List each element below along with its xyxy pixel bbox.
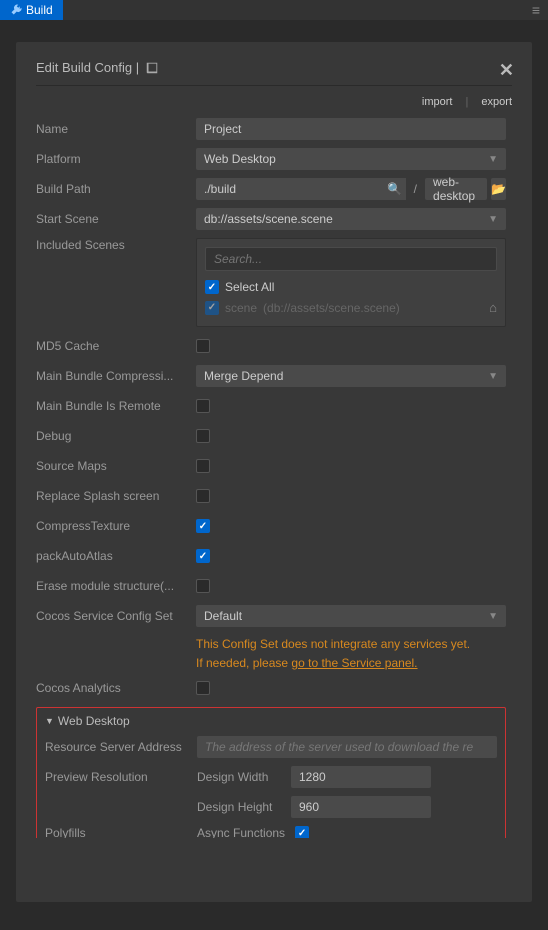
platform-label: Platform xyxy=(36,152,196,166)
compresstex-label: CompressTexture xyxy=(36,519,196,533)
compresstex-checkbox[interactable] xyxy=(196,519,210,533)
tab-label: Build xyxy=(26,3,53,17)
erase-label: Erase module structure(... xyxy=(36,579,196,593)
design-width-label: Design Width xyxy=(197,770,287,784)
debug-label: Debug xyxy=(36,429,196,443)
home-icon[interactable]: ⌂ xyxy=(489,300,497,315)
build-panel: ✕ Edit Build Config | import | export Na… xyxy=(16,42,532,902)
erase-checkbox[interactable] xyxy=(196,579,210,593)
chevron-down-icon: ▼ xyxy=(488,371,498,382)
tab-build[interactable]: Build xyxy=(0,0,63,20)
scenes-search-input[interactable] xyxy=(205,247,497,271)
section-toggle[interactable]: ▼ Web Desktop xyxy=(45,714,497,728)
design-height-label: Design Height xyxy=(197,800,287,814)
analytics-checkbox[interactable] xyxy=(196,681,210,695)
web-desktop-section: ▼ Web Desktop Resource Server Address Pr… xyxy=(36,707,506,838)
scene-row[interactable]: scene (db://assets/scene.scene) ⌂ xyxy=(205,297,497,318)
design-width-input[interactable] xyxy=(291,766,431,788)
buildpath-input[interactable] xyxy=(196,178,384,200)
splash-label: Replace Splash screen xyxy=(36,489,196,503)
cscs-select[interactable]: Default ▼ xyxy=(196,605,506,627)
analytics-label: Cocos Analytics xyxy=(36,681,196,695)
md5-label: MD5 Cache xyxy=(36,339,196,353)
export-button[interactable]: export xyxy=(481,96,512,108)
buildpath-label: Build Path xyxy=(36,182,196,196)
polyfills-label: Polyfills xyxy=(45,826,197,838)
form-scroll: Name Platform Web Desktop ▼ Build Path 🔍… xyxy=(36,118,512,838)
platform-select[interactable]: Web Desktop ▼ xyxy=(196,148,506,170)
menu-icon[interactable]: ≡ xyxy=(524,2,548,18)
debug-checkbox[interactable] xyxy=(196,429,210,443)
service-panel-link[interactable]: go to the Service panel. xyxy=(291,656,417,670)
service-warning: This Config Set does not integrate any s… xyxy=(196,635,506,673)
startscene-select[interactable]: db://assets/scene.scene ▼ xyxy=(196,208,506,230)
close-button[interactable]: ✕ xyxy=(499,60,514,81)
pres-label: Preview Resolution xyxy=(45,770,197,784)
buildpath-suffix[interactable]: web-desktop xyxy=(425,178,487,200)
srcmaps-checkbox[interactable] xyxy=(196,459,210,473)
rsa-label: Resource Server Address xyxy=(45,740,197,754)
mbc-label: Main Bundle Compressi... xyxy=(36,369,196,383)
select-all-row[interactable]: Select All xyxy=(205,277,497,297)
srcmaps-label: Source Maps xyxy=(36,459,196,473)
included-scenes-label: Included Scenes xyxy=(36,238,196,252)
select-all-checkbox[interactable] xyxy=(205,280,219,294)
autoatlas-label: packAutoAtlas xyxy=(36,549,196,563)
name-label: Name xyxy=(36,122,196,136)
mbir-label: Main Bundle Is Remote xyxy=(36,399,196,413)
panel-title: Edit Build Config | xyxy=(36,60,512,75)
book-icon[interactable] xyxy=(145,61,159,75)
async-checkbox[interactable] xyxy=(295,826,309,838)
rsa-input[interactable] xyxy=(197,736,497,758)
splash-checkbox[interactable] xyxy=(196,489,210,503)
name-input[interactable] xyxy=(196,118,506,140)
chevron-down-icon: ▼ xyxy=(488,214,498,225)
startscene-label: Start Scene xyxy=(36,212,196,226)
autoatlas-checkbox[interactable] xyxy=(196,549,210,563)
top-actions: import | export xyxy=(36,96,512,108)
scenes-box: Select All scene (db://assets/scene.scen… xyxy=(196,238,506,327)
folder-open-icon[interactable]: 📂 xyxy=(491,178,506,200)
async-label: Async Functions xyxy=(197,826,285,838)
mbc-select[interactable]: Merge Depend ▼ xyxy=(196,365,506,387)
mbir-checkbox[interactable] xyxy=(196,399,210,413)
wrench-icon xyxy=(10,4,22,16)
design-height-input[interactable] xyxy=(291,796,431,818)
divider xyxy=(36,85,512,86)
import-button[interactable]: import xyxy=(422,96,453,108)
chevron-down-icon: ▼ xyxy=(488,154,498,165)
triangle-down-icon: ▼ xyxy=(45,716,54,726)
scene-checkbox[interactable] xyxy=(205,301,219,315)
chevron-down-icon: ▼ xyxy=(488,611,498,622)
md5-checkbox[interactable] xyxy=(196,339,210,353)
search-path-icon[interactable]: 🔍 xyxy=(384,178,406,200)
cscs-label: Cocos Service Config Set xyxy=(36,609,196,623)
tab-bar: Build ≡ xyxy=(0,0,548,20)
